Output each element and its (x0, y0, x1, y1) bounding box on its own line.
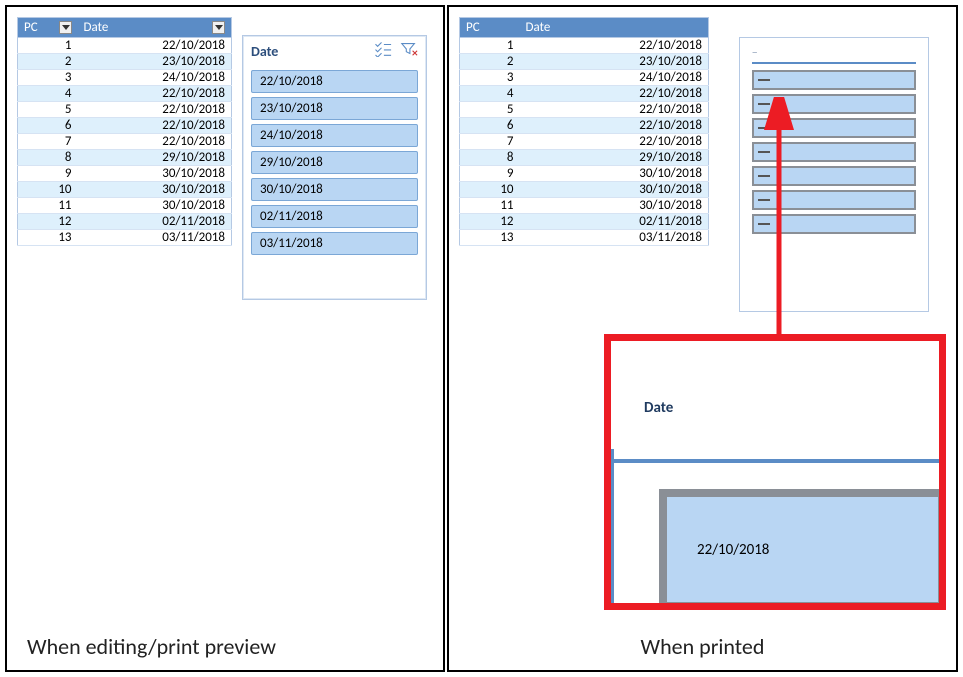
table-row[interactable]: 930/10/2018 (460, 166, 709, 182)
table-row[interactable]: 324/10/2018 (18, 70, 232, 86)
table-row[interactable]: 422/10/2018 (18, 86, 232, 102)
slicer-title: Date (251, 43, 278, 60)
printed-slicer-item (752, 142, 916, 162)
slicer-item[interactable]: 29/10/2018 (251, 151, 418, 174)
table-row[interactable]: 522/10/2018 (460, 102, 709, 118)
table-row[interactable]: 622/10/2018 (460, 118, 709, 134)
zoom-inset: Date 22/10/2018 (604, 334, 946, 610)
table-row[interactable]: 722/10/2018 (460, 134, 709, 150)
printed-slicer-item (752, 94, 916, 114)
multiselect-icon[interactable] (374, 41, 392, 61)
data-table-editing: PC Date 122/10/2018223/10/2018324/10/201… (17, 17, 232, 246)
table-row[interactable]: 722/10/2018 (18, 134, 232, 150)
slicer-header: Date (243, 36, 426, 66)
table-row[interactable]: 1130/10/2018 (18, 198, 232, 214)
slicer-item[interactable]: 23/10/2018 (251, 97, 418, 120)
table-row[interactable]: 1303/11/2018 (460, 230, 709, 246)
filter-dropdown-icon[interactable] (59, 21, 72, 34)
slicer-item[interactable]: 24/10/2018 (251, 124, 418, 147)
table-row[interactable]: 1030/10/2018 (18, 182, 232, 198)
slicer-item[interactable]: 22/10/2018 (251, 70, 418, 93)
table-row[interactable]: 622/10/2018 (18, 118, 232, 134)
col-header-pc-print: PC (460, 18, 520, 38)
table-row[interactable]: 1130/10/2018 (460, 198, 709, 214)
table-row[interactable]: 1202/11/2018 (460, 214, 709, 230)
printed-slicer-thumbnail: — (739, 37, 929, 312)
printed-slicer-item (752, 190, 916, 210)
table-row[interactable]: 522/10/2018 (18, 102, 232, 118)
slicer-body: 22/10/2018 23/10/2018 24/10/2018 29/10/2018… (243, 66, 426, 263)
col-header-date-print: Date (520, 18, 709, 38)
col-header-date[interactable]: Date (78, 18, 232, 38)
printed-slicer-item (752, 70, 916, 90)
table-row[interactable]: 930/10/2018 (18, 166, 232, 182)
printed-slicer-title: — (752, 48, 916, 56)
table-row[interactable]: 1303/11/2018 (18, 230, 232, 246)
table-row[interactable]: 829/10/2018 (18, 150, 232, 166)
table-row[interactable]: 223/10/2018 (18, 54, 232, 70)
data-table-printed: PC Date 122/10/2018223/10/2018324/10/201… (459, 17, 709, 246)
table-row[interactable]: 422/10/2018 (460, 86, 709, 102)
slicer-item[interactable]: 30/10/2018 (251, 178, 418, 201)
table-body-editing: 122/10/2018223/10/2018324/10/2018422/10/… (18, 38, 232, 246)
printed-slicer-item (752, 118, 916, 138)
caption-printed: When printed (449, 633, 956, 660)
table-row[interactable]: 829/10/2018 (460, 150, 709, 166)
clear-filter-icon[interactable] (400, 41, 418, 61)
zoom-slicer-first-item: 22/10/2018 (659, 489, 946, 610)
printed-slicer-rows (752, 70, 916, 234)
editing-pane: PC Date 122/10/2018223/10/2018324/10/201… (5, 5, 445, 672)
col-header-pc[interactable]: PC (18, 18, 78, 38)
table-row[interactable]: 122/10/2018 (18, 38, 232, 54)
table-row[interactable]: 223/10/2018 (460, 54, 709, 70)
filter-dropdown-icon[interactable] (212, 21, 225, 34)
table-body-printed: 122/10/2018223/10/2018324/10/2018422/10/… (460, 38, 709, 246)
slicer-date[interactable]: Date 22/10/2018 23/10/2018 24/10/2018 29/10… (242, 35, 427, 300)
table-row[interactable]: 122/10/2018 (460, 38, 709, 54)
caption-editing: When editing/print preview (27, 633, 276, 660)
printed-slicer-item (752, 166, 916, 186)
table-row[interactable]: 1030/10/2018 (460, 182, 709, 198)
slicer-item[interactable]: 02/11/2018 (251, 205, 418, 228)
table-row[interactable]: 1202/11/2018 (18, 214, 232, 230)
printed-pane: PC Date 122/10/2018223/10/2018324/10/201… (447, 5, 958, 672)
table-row[interactable]: 324/10/2018 (460, 70, 709, 86)
zoom-slicer-title: Date (644, 399, 673, 417)
slicer-item[interactable]: 03/11/2018 (251, 232, 418, 255)
printed-slicer-item (752, 214, 916, 234)
